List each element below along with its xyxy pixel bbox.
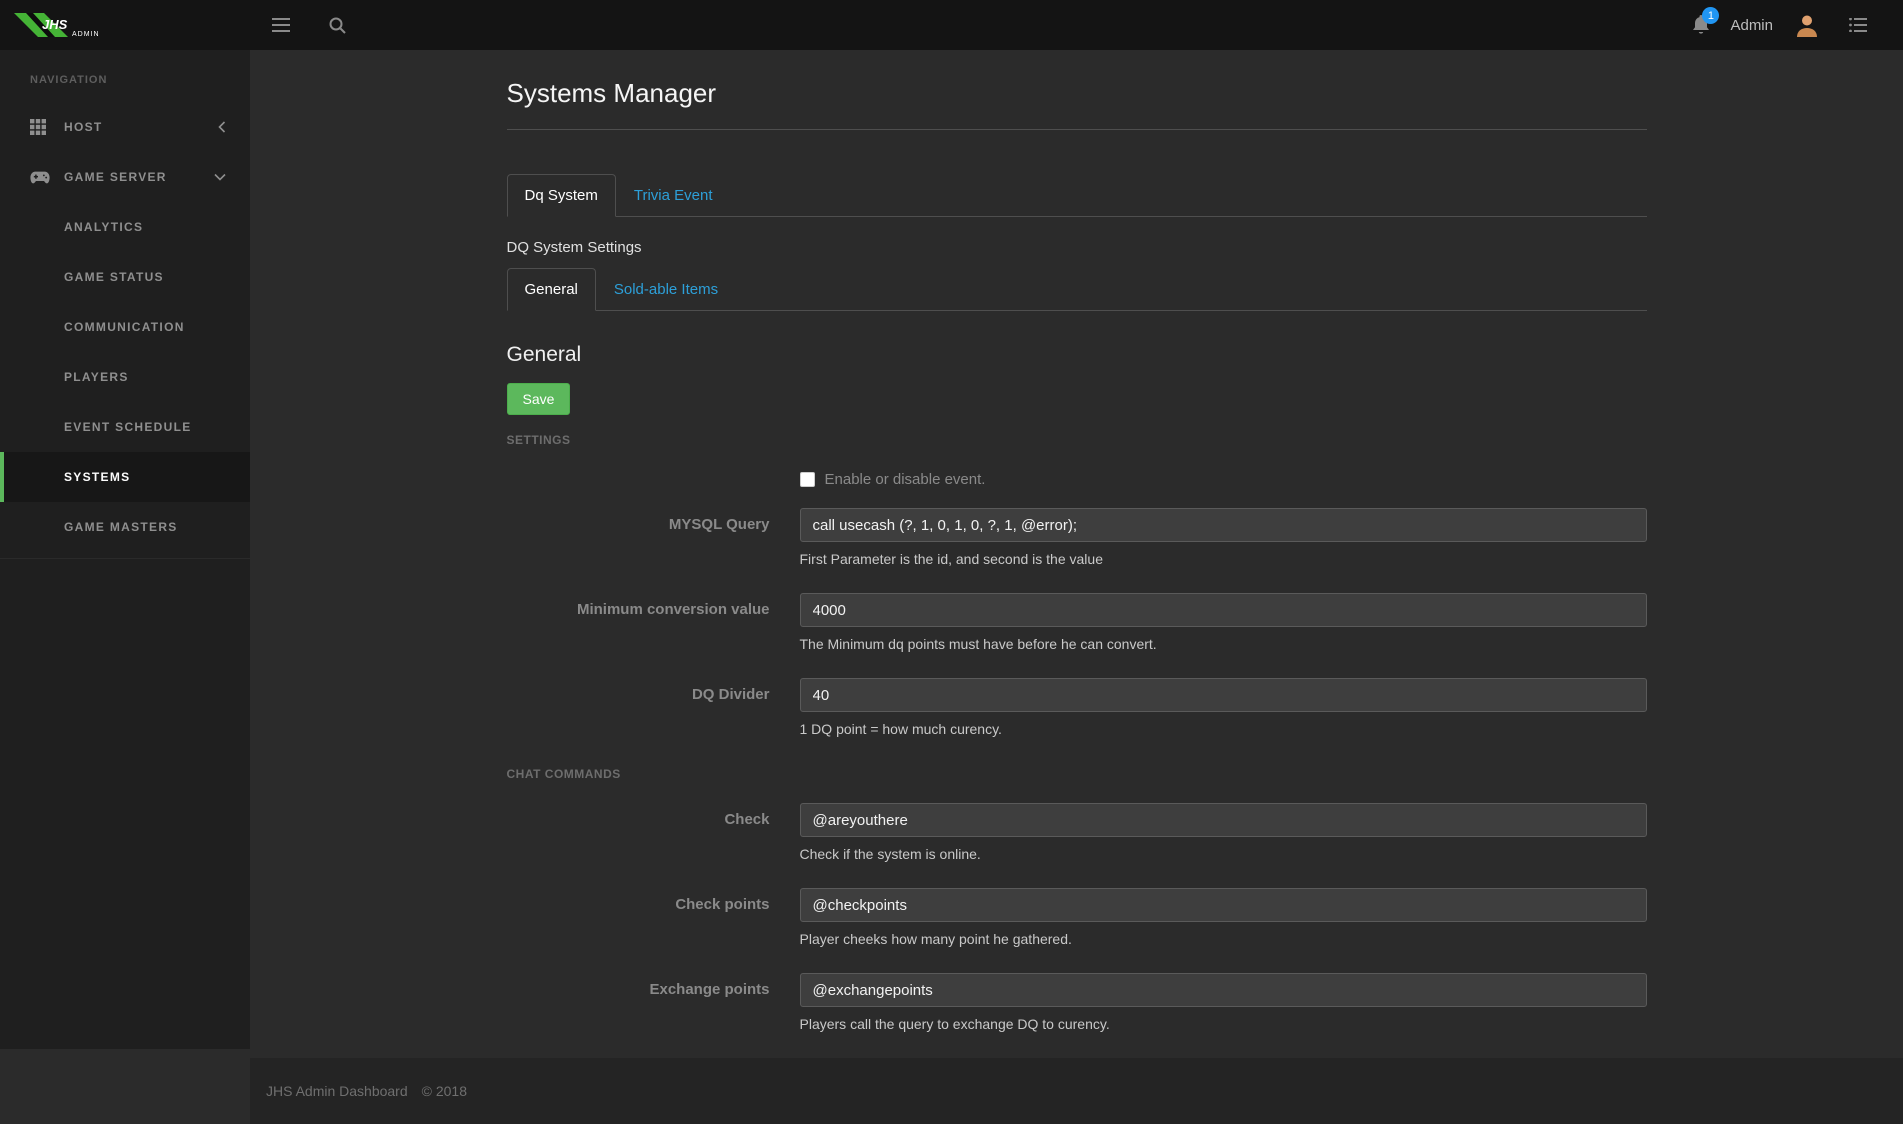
brand-logo-icon: JHS ADMIN: [14, 13, 100, 38]
dq-divider-input[interactable]: [799, 678, 1647, 712]
magnifier-icon: [329, 17, 346, 34]
user-name[interactable]: Admin: [1730, 17, 1773, 34]
sidebar-divider: [0, 558, 250, 559]
sidebar-item-analytics[interactable]: ANALYTICS: [0, 202, 250, 252]
sidebar-item-game-status[interactable]: GAME STATUS: [0, 252, 250, 302]
sidebar: NAVIGATION HOST GAME SERVER ANALYTICS GA…: [0, 50, 250, 1049]
enable-event-checkbox[interactable]: [799, 472, 815, 487]
brand-logo[interactable]: JHS ADMIN: [0, 0, 250, 50]
sidebar-item-label: GAME MASTERS: [64, 520, 178, 534]
notification-count-badge[interactable]: 1: [1702, 7, 1720, 24]
subtab-sold-able-items[interactable]: Sold-able Items: [596, 268, 736, 311]
field-label: DQ Divider: [691, 686, 770, 703]
footer: JHS Admin Dashboard © 2018: [250, 1058, 1903, 1124]
grid-icon: [30, 119, 52, 135]
field-label: Check: [724, 811, 770, 828]
exchange-points-command-input[interactable]: [799, 973, 1647, 1007]
sidebar-item-label: ANALYTICS: [64, 220, 144, 234]
title-divider: [506, 129, 1647, 130]
field-help: The Minimum dq points must have before h…: [799, 636, 1157, 652]
mysql-query-input[interactable]: [799, 508, 1647, 542]
field-help: First Parameter is the id, and second is…: [799, 551, 1103, 567]
empty-label-col: [507, 471, 800, 488]
chevron-left-icon: [218, 121, 226, 133]
check-points-command-row: Check points Player cheeks how many poin…: [507, 888, 1647, 947]
brand-suffix-text: ADMIN: [72, 31, 100, 38]
footer-copyright: © 2018: [421, 1083, 467, 1099]
sidebar-item-players[interactable]: PLAYERS: [0, 352, 250, 402]
check-command-input[interactable]: [799, 803, 1647, 837]
page-title: Systems Manager: [506, 78, 717, 108]
enable-event-checkbox-wrap[interactable]: Enable or disable event.: [799, 471, 1647, 488]
field-label: Check points: [675, 896, 770, 913]
sidebar-item-label: COMMUNICATION: [64, 320, 185, 334]
sidebar-item-systems[interactable]: SYSTEMS: [0, 452, 250, 502]
sidebar-nav: HOST GAME SERVER ANALYTICS GAME STATUS C…: [0, 102, 250, 559]
tab-trivia-event[interactable]: Trivia Event: [616, 174, 731, 217]
panel-title: General: [506, 343, 582, 366]
sidebar-item-label: GAME STATUS: [64, 270, 164, 284]
minimum-conversion-row: Minimum conversion value The Minimum dq …: [507, 593, 1647, 652]
topbar: JHS ADMIN 1 Admin: [0, 0, 1903, 50]
enable-event-row: Enable or disable event.: [507, 471, 1647, 488]
dq-divider-row: DQ Divider 1 DQ point = how much curency…: [507, 678, 1647, 737]
dq-settings-form: Enable or disable event. MYSQL Query Fir…: [507, 471, 1647, 1032]
hamburger-icon: [272, 18, 290, 32]
sidebar-item-label: PLAYERS: [64, 370, 129, 384]
chevron-down-icon: [214, 173, 226, 181]
dq-system-settings-label: DQ System Settings: [506, 239, 642, 256]
nav-section-title: NAVIGATION: [30, 74, 108, 86]
settings-group-label: SETTINGS: [506, 433, 571, 447]
avatar[interactable]: [1793, 11, 1821, 39]
search-icon[interactable]: [320, 8, 354, 42]
sidebar-item-host[interactable]: HOST: [0, 102, 250, 152]
sub-tabs: General Sold-able Items: [506, 268, 1647, 311]
sidebar-item-game-server[interactable]: GAME SERVER: [0, 152, 250, 202]
field-help: Check if the system is online.: [799, 846, 981, 862]
field-label: MYSQL Query: [668, 516, 770, 533]
topbar-right: 1 Admin: [1692, 7, 1903, 42]
footer-brand: JHS Admin Dashboard: [266, 1083, 408, 1099]
sidebar-item-label: SYSTEMS: [64, 470, 131, 484]
main-area: Systems Manager Dq System Trivia Event D…: [250, 0, 1903, 1124]
enable-event-label: Enable or disable event.: [824, 471, 986, 488]
notifications-bell-icon[interactable]: 1: [1692, 7, 1720, 35]
field-help: Players call the query to exchange DQ to…: [799, 1016, 1110, 1032]
sidebar-item-game-masters[interactable]: GAME MASTERS: [0, 502, 250, 552]
gamepad-icon: [30, 171, 52, 184]
field-help: Player cheeks how many point he gathered…: [799, 931, 1072, 947]
sidebar-item-label: GAME SERVER: [64, 170, 167, 184]
save-button[interactable]: Save: [506, 383, 571, 415]
chat-commands-group-label: CHAT COMMANDS: [506, 767, 621, 781]
brand-name-text: JHS: [42, 17, 68, 32]
field-label: Exchange points: [649, 981, 770, 998]
content-area: Systems Manager Dq System Trivia Event D…: [250, 50, 1903, 1058]
exchange-points-command-row: Exchange points Players call the query t…: [507, 973, 1647, 1032]
field-label: Minimum conversion value: [576, 601, 770, 618]
subtab-general[interactable]: General: [506, 268, 596, 311]
mysql-query-row: MYSQL Query First Parameter is the id, a…: [507, 508, 1647, 567]
check-points-command-input[interactable]: [799, 888, 1647, 922]
list-icon: [1849, 18, 1867, 32]
menu-toggle-icon[interactable]: [264, 8, 298, 42]
main-tabs: Dq System Trivia Event: [506, 174, 1647, 217]
page-container: Systems Manager Dq System Trivia Event D…: [506, 50, 1647, 1032]
user-menu-icon[interactable]: [1841, 8, 1875, 42]
person-icon: [1797, 15, 1817, 37]
tab-dq-system[interactable]: Dq System: [506, 174, 616, 217]
sidebar-item-label: HOST: [64, 120, 103, 134]
minimum-conversion-input[interactable]: [799, 593, 1647, 627]
field-help: 1 DQ point = how much curency.: [799, 721, 1002, 737]
sidebar-item-event-schedule[interactable]: EVENT SCHEDULE: [0, 402, 250, 452]
sidebar-item-communication[interactable]: COMMUNICATION: [0, 302, 250, 352]
topbar-icons: [264, 8, 354, 42]
sidebar-item-label: EVENT SCHEDULE: [64, 420, 192, 434]
check-command-row: Check Check if the system is online.: [507, 803, 1647, 862]
